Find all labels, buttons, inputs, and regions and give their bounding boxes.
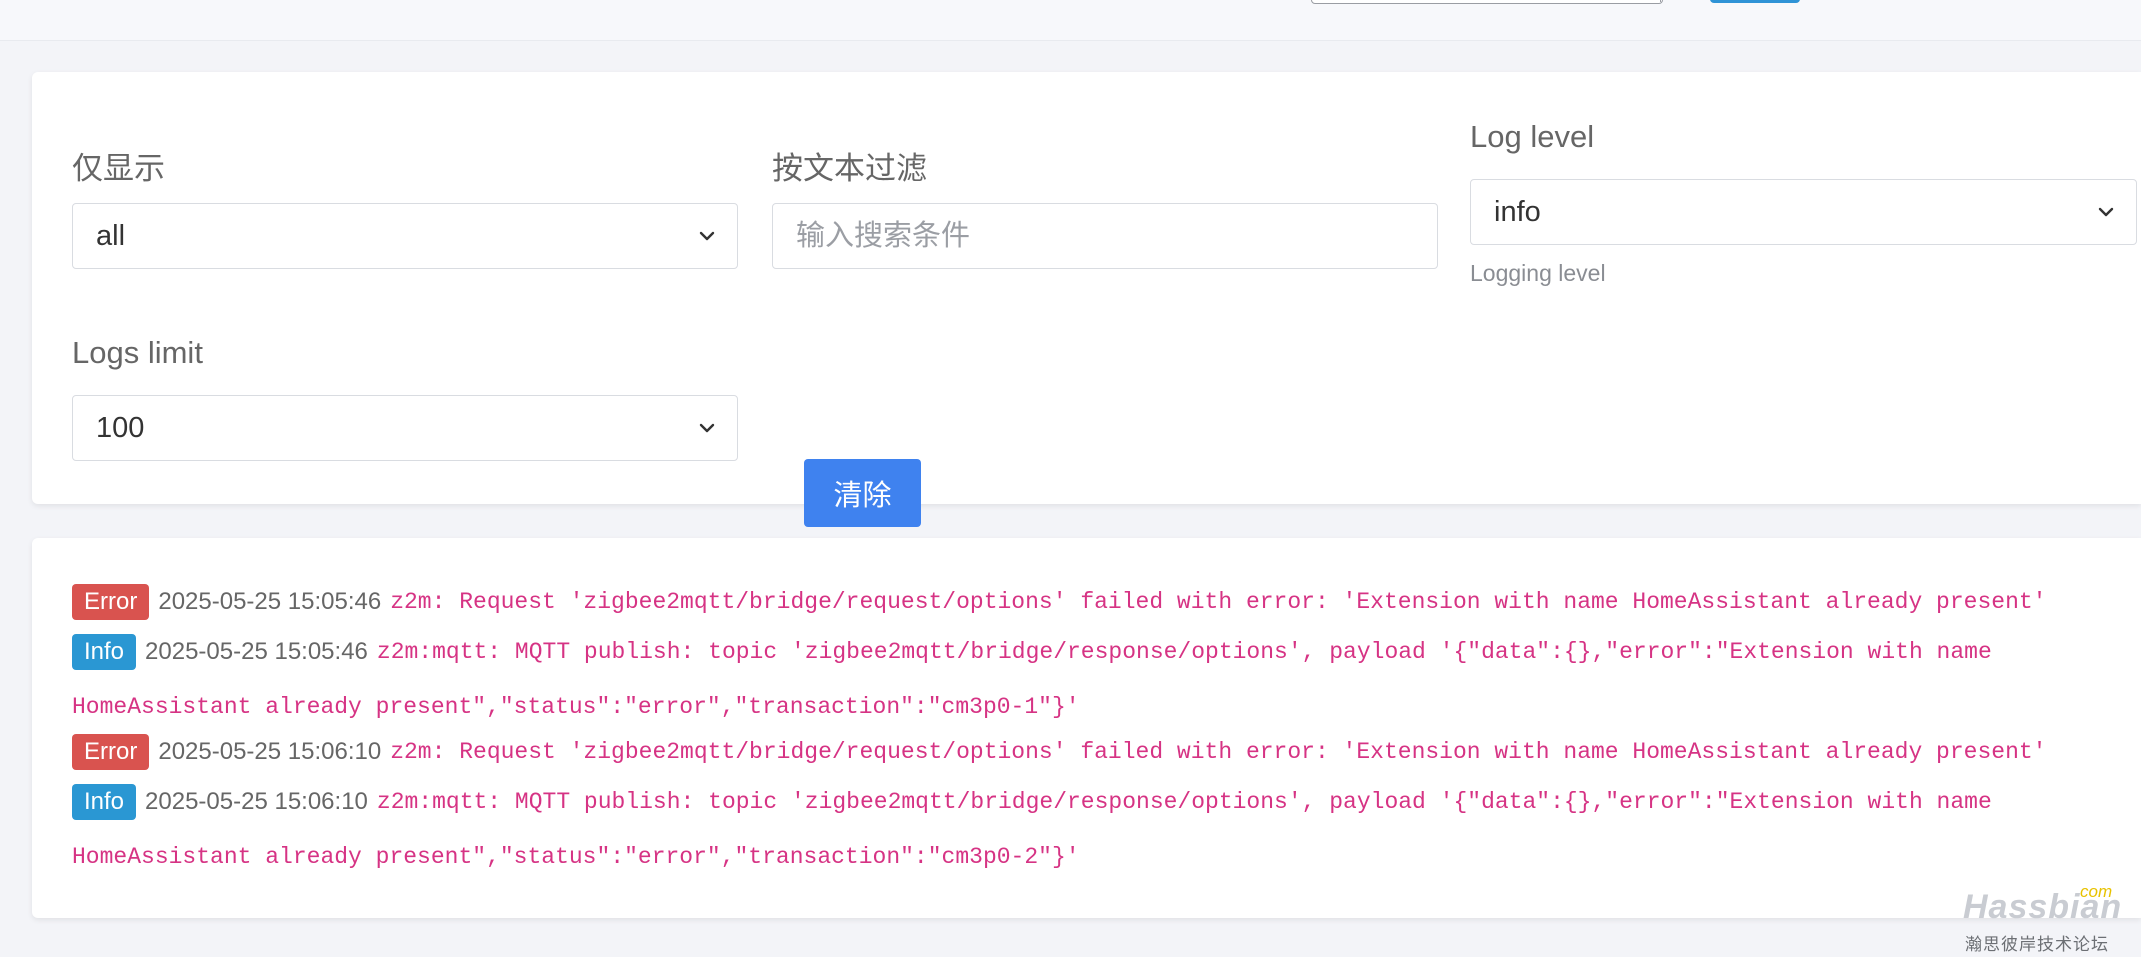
log-entry: Error 2025-05-25 15:05:46 z2m: Request '… [72,582,2046,622]
log-timestamp: 2025-05-25 15:06:10 [145,788,368,815]
logs-limit-value: 100 [96,411,145,444]
show-only-select[interactable]: all [72,203,738,269]
log-level-value: info [1494,195,1541,228]
text-filter-input[interactable] [772,203,1438,269]
log-message-continuation: HomeAssistant already present","status":… [72,694,1080,720]
log-level-badge: Info [72,784,137,820]
log-level-help: Logging level [1470,260,1606,286]
clear-button[interactable]: 清除 [804,459,921,527]
log-timestamp: 2025-05-25 15:05:46 [145,638,368,665]
text-filter-label: 按文本过滤 [772,151,927,186]
watermark-suffix: com [2080,882,2113,901]
chevron-down-icon [699,231,715,241]
chevron-down-icon [2098,207,2114,217]
log-message-continuation: HomeAssistant already present","status":… [72,844,1080,870]
top-toolbar [0,0,2141,41]
log-level-badge: Error [72,584,150,620]
logs-limit-select[interactable]: 100 [72,395,738,461]
log-output-card: Error 2025-05-25 15:05:46 z2m: Request '… [32,538,2141,918]
watermark-subtitle: 瀚思彼岸技术论坛 [1965,935,2109,954]
log-message: z2m:mqtt: MQTT publish: topic 'zigbee2mq… [376,639,1992,665]
log-message: z2m:mqtt: MQTT publish: topic 'zigbee2mq… [376,789,1992,815]
log-message: z2m: Request 'zigbee2mqtt/bridge/request… [390,739,2047,765]
log-level-label: Log level [1470,119,1595,154]
log-level-badge: Error [72,734,150,770]
log-timestamp: 2025-05-25 15:05:46 [158,588,382,615]
show-only-value: all [96,219,126,252]
log-filters-card: 仅显示 all 按文本过滤 Log level info Logging lev… [32,72,2141,527]
top-action-button[interactable] [1710,0,1800,3]
log-entry: Info 2025-05-25 15:06:10 z2m:mqtt: MQTT … [72,782,1992,822]
show-only-label: 仅显示 [72,151,165,186]
logs-limit-label: Logs limit [72,335,203,370]
top-search-field[interactable] [1311,0,1663,4]
top-field-divider [1660,0,1661,2]
log-entry: Error 2025-05-25 15:06:10 z2m: Request '… [72,732,2046,772]
log-message: z2m: Request 'zigbee2mqtt/bridge/request… [390,589,2047,615]
hassbian-watermark: Hassbian com 瀚思彼岸技术论坛 [1963,882,2123,954]
chevron-down-icon [699,423,715,433]
log-entry: Info 2025-05-25 15:05:46 z2m:mqtt: MQTT … [72,632,1992,672]
log-timestamp: 2025-05-25 15:06:10 [158,738,382,765]
log-level-select[interactable]: info [1470,179,2137,245]
log-level-badge: Info [72,634,137,670]
